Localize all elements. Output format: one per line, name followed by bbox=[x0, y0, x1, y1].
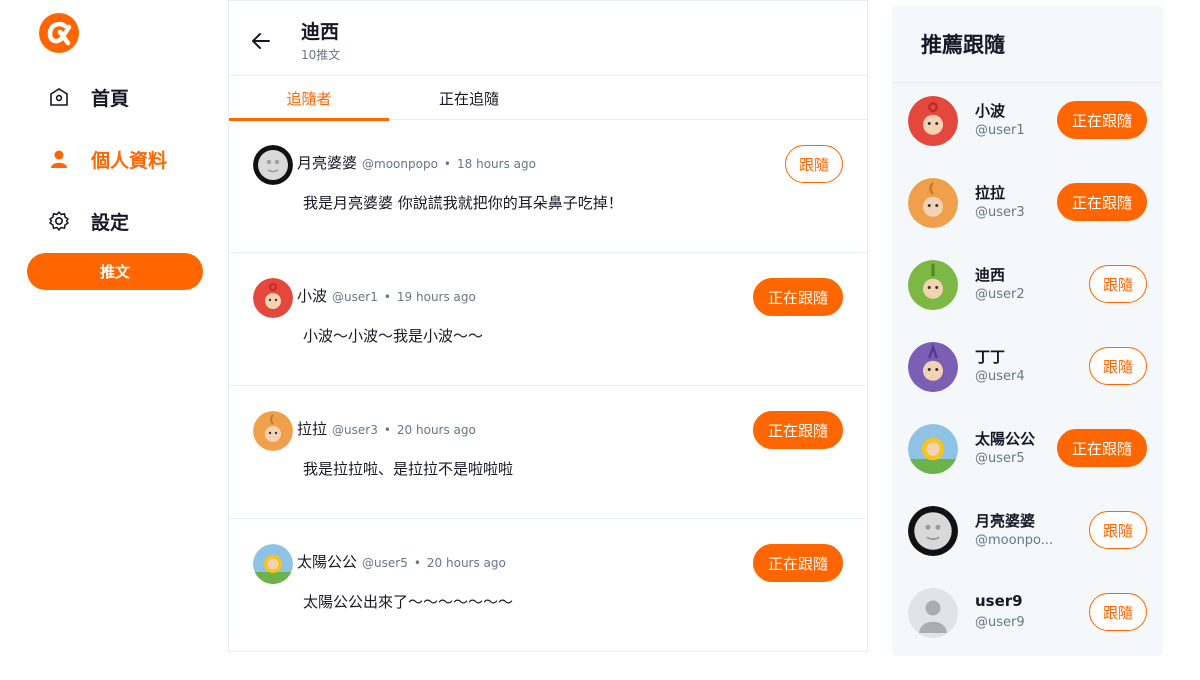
post-text: 太陽公公出來了～～～～～～～ bbox=[303, 593, 514, 611]
user-name: 太陽公公 bbox=[297, 553, 358, 571]
avatar[interactable] bbox=[253, 145, 293, 185]
post-meta: 太陽公公 @user5 • 20 hours ago bbox=[297, 551, 506, 572]
avatar[interactable] bbox=[253, 278, 293, 318]
nav-item-settings[interactable]: 設定 bbox=[46, 201, 129, 241]
nav-item-label: 個人資料 bbox=[91, 149, 168, 172]
timestamp: 19 hours ago bbox=[396, 290, 476, 304]
user-name: 小波 bbox=[975, 102, 1006, 120]
suggestion-item: 太陽公公 @user5 正在跟隨 bbox=[892, 411, 1163, 493]
following-button[interactable]: 正在跟隨 bbox=[753, 411, 843, 449]
user-name: 拉拉 bbox=[297, 420, 328, 438]
user-account: @moonpo... bbox=[975, 533, 1054, 548]
following-button[interactable]: 正在跟隨 bbox=[753, 544, 843, 582]
follow-button[interactable]: 跟隨 bbox=[1089, 347, 1147, 385]
post-text: 我是拉拉啦、是拉拉不是啦啦啦 bbox=[303, 460, 514, 478]
left-nav: 首頁 個人資料 設定 推文 bbox=[0, 0, 228, 680]
user-account: @user1 bbox=[332, 290, 378, 304]
user-name: 月亮婆婆 bbox=[975, 512, 1036, 530]
nav-item-label: 首頁 bbox=[91, 87, 130, 110]
avatar[interactable] bbox=[908, 506, 958, 556]
user-account: @user2 bbox=[975, 287, 1025, 302]
following-button[interactable]: 正在跟隨 bbox=[1057, 101, 1147, 139]
user-name: 拉拉 bbox=[975, 184, 1006, 202]
nav-item-profile[interactable]: 個人資料 bbox=[46, 139, 167, 179]
avatar[interactable] bbox=[908, 588, 958, 638]
user-account: @moonpopo bbox=[362, 157, 438, 171]
avatar[interactable] bbox=[253, 411, 293, 451]
post-meta: 小波 @user1 • 19 hours ago bbox=[297, 285, 476, 306]
tabs: 追隨者 正在追隨 bbox=[229, 76, 867, 121]
nav-item-home[interactable]: 首頁 bbox=[46, 77, 129, 117]
user-account: @user3 bbox=[332, 423, 378, 437]
user-name: user9 bbox=[975, 592, 1023, 610]
suggestion-item: 丁丁 @user4 跟隨 bbox=[892, 329, 1163, 411]
following-button[interactable]: 正在跟隨 bbox=[1057, 429, 1147, 467]
timestamp: 20 hours ago bbox=[396, 423, 476, 437]
following-button[interactable]: 正在跟隨 bbox=[1057, 183, 1147, 221]
profile-header: 迪西 10推文 bbox=[229, 0, 867, 76]
avatar[interactable] bbox=[908, 96, 958, 146]
nav-item-label: 設定 bbox=[91, 211, 130, 234]
separator-dot: • bbox=[383, 423, 391, 437]
main-panel: 迪西 10推文 追隨者 正在追隨 月亮婆婆 @moonpopo • 18 hou… bbox=[228, 0, 868, 652]
page-title: 迪西 bbox=[301, 21, 340, 43]
follow-button[interactable]: 跟隨 bbox=[785, 145, 843, 183]
suggestion-item: 小波 @user1 正在跟隨 bbox=[892, 83, 1163, 165]
post-meta: 拉拉 @user3 • 20 hours ago bbox=[297, 418, 476, 439]
separator-dot: • bbox=[413, 556, 421, 570]
avatar[interactable] bbox=[908, 424, 958, 474]
user-name: 小波 bbox=[297, 287, 328, 305]
user-account: @user9 bbox=[975, 615, 1025, 630]
post-text: 小波～小波～我是小波～～ bbox=[303, 327, 484, 345]
avatar[interactable] bbox=[253, 544, 293, 584]
list-item: 月亮婆婆 @moonpopo • 18 hours ago 我是月亮婆婆 你說謊… bbox=[229, 120, 867, 253]
avatar[interactable] bbox=[908, 178, 958, 228]
home-icon bbox=[46, 84, 72, 110]
app: 首頁 個人資料 設定 推文 迪西 10推文 追隨者 正在追隨 月亮婆婆 @moo… bbox=[0, 0, 1200, 680]
suggestion-item: 月亮婆婆 @moonpo... 跟隨 bbox=[892, 493, 1163, 575]
list-item: 拉拉 @user3 • 20 hours ago 我是拉拉啦、是拉拉不是啦啦啦 … bbox=[229, 386, 867, 519]
tab-following[interactable]: 正在追隨 bbox=[389, 76, 549, 120]
user-name: 迪西 bbox=[975, 266, 1006, 284]
avatar[interactable] bbox=[908, 260, 958, 310]
follow-button[interactable]: 跟隨 bbox=[1089, 593, 1147, 631]
separator-dot: • bbox=[443, 157, 451, 171]
suggestion-item: 迪西 @user2 跟隨 bbox=[892, 247, 1163, 329]
suggestions-panel: 推薦跟隨 小波 @user1 正在跟隨 拉拉 @user3 正在跟隨 迪西 @u… bbox=[892, 6, 1163, 656]
separator-dot: • bbox=[383, 290, 391, 304]
follow-button[interactable]: 跟隨 bbox=[1089, 265, 1147, 303]
user-account: @user4 bbox=[975, 369, 1025, 384]
user-name: 太陽公公 bbox=[975, 430, 1036, 448]
user-icon bbox=[46, 146, 72, 172]
back-arrow-icon[interactable] bbox=[249, 29, 273, 53]
user-account: @user5 bbox=[362, 556, 408, 570]
timestamp: 18 hours ago bbox=[457, 157, 536, 171]
user-account: @user3 bbox=[975, 205, 1025, 220]
suggestion-item: 拉拉 @user3 正在跟隨 bbox=[892, 165, 1163, 247]
avatar[interactable] bbox=[908, 342, 958, 392]
list-item: 太陽公公 @user5 • 20 hours ago 太陽公公出來了～～～～～～… bbox=[229, 519, 867, 652]
post-text: 我是月亮婆婆 你說謊我就把你的耳朵鼻子吃掉！ bbox=[303, 194, 623, 212]
user-account: @user5 bbox=[975, 451, 1025, 466]
tweet-count: 10推文 bbox=[301, 48, 341, 62]
follow-button[interactable]: 跟隨 bbox=[1089, 511, 1147, 549]
logo-icon[interactable] bbox=[38, 12, 80, 54]
suggestions-title: 推薦跟隨 bbox=[892, 6, 1163, 83]
gear-icon bbox=[46, 208, 72, 234]
following-button[interactable]: 正在跟隨 bbox=[753, 278, 843, 316]
user-account: @user1 bbox=[975, 123, 1025, 138]
post-meta: 月亮婆婆 @moonpopo • 18 hours ago bbox=[297, 152, 536, 173]
suggestion-item: user9 @user9 跟隨 bbox=[892, 575, 1163, 656]
tab-followers[interactable]: 追隨者 bbox=[229, 76, 389, 121]
tweet-button[interactable]: 推文 bbox=[27, 253, 203, 290]
user-name: 丁丁 bbox=[975, 348, 1006, 366]
timestamp: 20 hours ago bbox=[426, 556, 506, 570]
list-item: 小波 @user1 • 19 hours ago 小波～小波～我是小波～～ 正在… bbox=[229, 253, 867, 386]
user-name: 月亮婆婆 bbox=[297, 154, 358, 172]
